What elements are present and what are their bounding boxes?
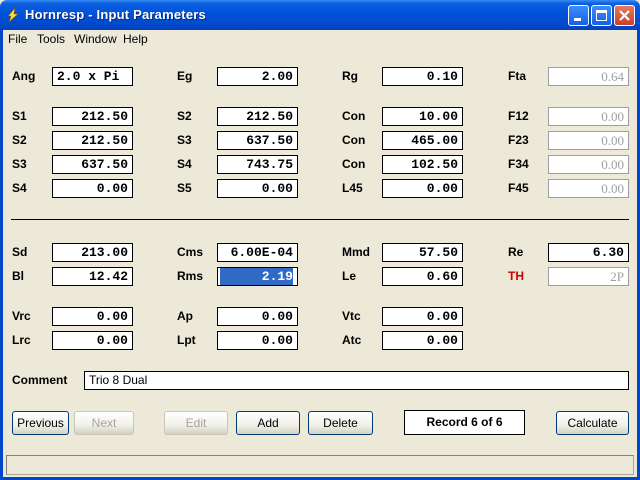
- re-label: Re: [508, 245, 524, 259]
- s4-field[interactable]: 0.00: [52, 179, 133, 198]
- next-button[interactable]: Next: [74, 411, 134, 435]
- sd-field[interactable]: 213.00: [52, 243, 133, 262]
- lrc-field[interactable]: 0.00: [52, 331, 133, 350]
- con2-label: Con: [342, 133, 366, 147]
- ap-label: Ap: [177, 309, 193, 323]
- con3-label: Con: [342, 157, 366, 171]
- cms-field[interactable]: 6.00E-04: [217, 243, 298, 262]
- section-divider: [11, 219, 629, 220]
- f45-label: F45: [508, 181, 529, 195]
- edit-button[interactable]: Edit: [164, 411, 228, 435]
- f45-field: 0.00: [548, 179, 629, 198]
- s3b-field[interactable]: 637.50: [217, 131, 298, 150]
- menu-tools[interactable]: Tools: [37, 32, 65, 46]
- sd-label: Sd: [12, 245, 28, 259]
- add-button[interactable]: Add: [236, 411, 300, 435]
- s3-label: S3: [12, 157, 27, 171]
- rms-label: Rms: [177, 269, 204, 283]
- rg-field[interactable]: 0.10: [382, 67, 463, 86]
- lrc-label: Lrc: [12, 333, 31, 347]
- maximize-button[interactable]: [591, 5, 612, 26]
- close-button[interactable]: [614, 5, 635, 26]
- bl-label: Bl: [12, 269, 24, 283]
- menu-file[interactable]: File: [8, 32, 27, 46]
- con2-field[interactable]: 465.00: [382, 131, 463, 150]
- s3b-label: S3: [177, 133, 192, 147]
- fta-field: 0.64: [548, 67, 629, 86]
- f12-field: 0.00: [548, 107, 629, 126]
- cms-label: Cms: [177, 245, 204, 259]
- s4b-field[interactable]: 743.75: [217, 155, 298, 174]
- ap-field[interactable]: 0.00: [217, 307, 298, 326]
- previous-button[interactable]: Previous: [12, 411, 69, 435]
- ang-label: Ang: [12, 69, 36, 83]
- lpt-field[interactable]: 0.00: [217, 331, 298, 350]
- s3-field[interactable]: 637.50: [52, 155, 133, 174]
- rg-label: Rg: [342, 69, 358, 83]
- fta-label: Fta: [508, 69, 526, 83]
- record-indicator: Record 6 of 6: [404, 410, 525, 435]
- f23-label: F23: [508, 133, 529, 147]
- s4-label: S4: [12, 181, 27, 195]
- rms-selected-text: 2.19: [219, 268, 293, 285]
- minimize-icon: [574, 18, 581, 21]
- bl-field[interactable]: 12.42: [52, 267, 133, 286]
- comment-field[interactable]: Trio 8 Dual: [84, 371, 629, 390]
- window-title: Hornresp - Input Parameters: [25, 7, 206, 22]
- l45-field[interactable]: 0.00: [382, 179, 463, 198]
- mmd-label: Mmd: [342, 245, 370, 259]
- con3-field[interactable]: 102.50: [382, 155, 463, 174]
- status-bar: [6, 455, 634, 475]
- vrc-field[interactable]: 0.00: [52, 307, 133, 326]
- con1-field[interactable]: 10.00: [382, 107, 463, 126]
- calculate-button[interactable]: Calculate: [556, 411, 629, 435]
- f34-label: F34: [508, 157, 529, 171]
- eg-field[interactable]: 2.00: [217, 67, 298, 86]
- lpt-label: Lpt: [177, 333, 196, 347]
- s5-label: S5: [177, 181, 192, 195]
- f12-label: F12: [508, 109, 529, 123]
- f23-field: 0.00: [548, 131, 629, 150]
- vtc-field[interactable]: 0.00: [382, 307, 463, 326]
- close-icon: [619, 10, 630, 21]
- hornresp-app-icon: [7, 7, 19, 23]
- window-frame-left: [0, 30, 3, 480]
- s2-label: S2: [12, 133, 27, 147]
- comment-label: Comment: [12, 373, 68, 387]
- vrc-label: Vrc: [12, 309, 31, 323]
- s2b-label: S2: [177, 109, 192, 123]
- maximize-icon: [596, 10, 607, 21]
- s2-field[interactable]: 212.50: [52, 131, 133, 150]
- mmd-field[interactable]: 57.50: [382, 243, 463, 262]
- le-field[interactable]: 0.60: [382, 267, 463, 286]
- ang-field[interactable]: 2.0 x Pi: [52, 67, 133, 86]
- re-field[interactable]: 6.30: [548, 243, 629, 262]
- title-bar[interactable]: Hornresp - Input Parameters: [0, 0, 640, 30]
- s1-field[interactable]: 212.50: [52, 107, 133, 126]
- menu-bar: File Tools Window Help: [4, 30, 636, 48]
- atc-label: Atc: [342, 333, 362, 347]
- rms-field[interactable]: 2.19: [217, 267, 298, 286]
- s1-label: S1: [12, 109, 27, 123]
- th-label: TH: [508, 269, 524, 283]
- s4b-label: S4: [177, 157, 192, 171]
- s2b-field[interactable]: 212.50: [217, 107, 298, 126]
- l45-label: L45: [342, 181, 363, 195]
- menu-window[interactable]: Window: [74, 32, 117, 46]
- delete-button[interactable]: Delete: [308, 411, 373, 435]
- minimize-button[interactable]: [568, 5, 589, 26]
- eg-label: Eg: [177, 69, 193, 83]
- menu-help[interactable]: Help: [123, 32, 148, 46]
- s5-field[interactable]: 0.00: [217, 179, 298, 198]
- vtc-label: Vtc: [342, 309, 361, 323]
- f34-field: 0.00: [548, 155, 629, 174]
- hornresp-window: Hornresp - Input Parameters File Tools W…: [0, 0, 640, 480]
- th-field[interactable]: 2P: [548, 267, 629, 286]
- atc-field[interactable]: 0.00: [382, 331, 463, 350]
- con1-label: Con: [342, 109, 366, 123]
- le-label: Le: [342, 269, 357, 283]
